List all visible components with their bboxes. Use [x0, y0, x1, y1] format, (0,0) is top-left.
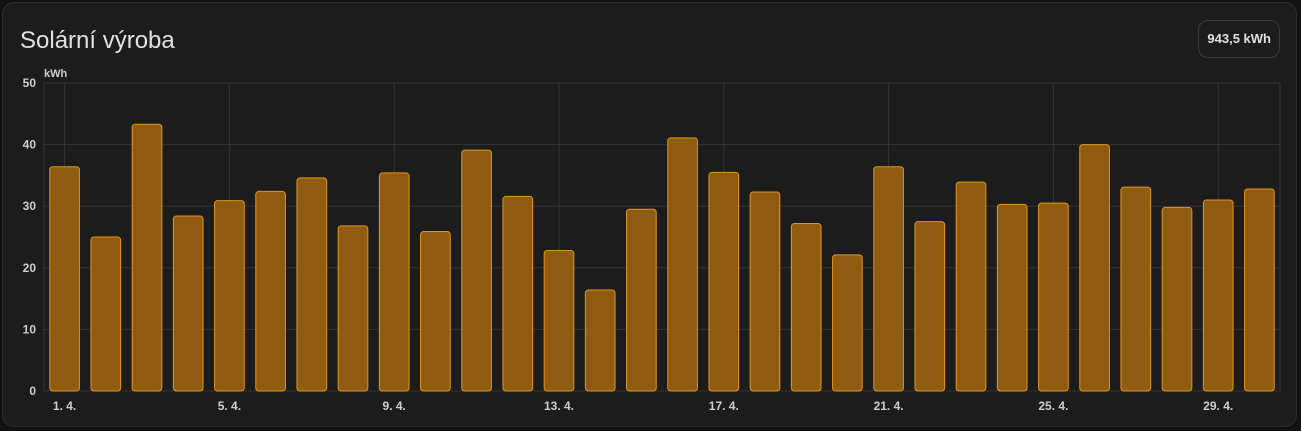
- bar-7-4[interactable]: [296, 177, 328, 392]
- y-tick-label: 50: [23, 76, 37, 90]
- bar-26-4[interactable]: [1079, 144, 1110, 392]
- bar-13-4[interactable]: [543, 250, 575, 392]
- x-tick-label: 17. 4.: [709, 399, 739, 413]
- bar-19-4[interactable]: [790, 222, 822, 392]
- bar-21-4[interactable]: [873, 166, 904, 392]
- bar-27-4[interactable]: [1120, 186, 1152, 392]
- x-tick-label: 5. 4.: [218, 399, 241, 413]
- bar-20-4[interactable]: [832, 254, 863, 392]
- bar-8-4[interactable]: [337, 225, 369, 392]
- bar-22-4[interactable]: [914, 221, 946, 392]
- bar-24-4[interactable]: [996, 203, 1028, 392]
- y-tick-label: 40: [23, 138, 37, 152]
- y-axis-ticks: 0 10 20 30 40 50: [23, 76, 37, 398]
- y-tick-label: 30: [23, 199, 37, 213]
- bar-29-4[interactable]: [1202, 199, 1234, 392]
- x-tick-label: 1. 4.: [53, 399, 76, 413]
- bar-9-4[interactable]: [378, 172, 410, 392]
- y-tick-label: 10: [23, 322, 37, 336]
- y-tick-label: 0: [29, 384, 36, 398]
- y-axis-label: kWh: [44, 68, 68, 80]
- bar-30-4[interactable]: [1244, 188, 1275, 392]
- bar-11-4[interactable]: [461, 149, 492, 392]
- x-tick-label: 29. 4.: [1203, 399, 1233, 413]
- bar-23-4[interactable]: [955, 181, 987, 392]
- x-tick-label: 13. 4.: [544, 399, 574, 413]
- bar-18-4[interactable]: [749, 191, 781, 392]
- bar-10-4[interactable]: [420, 230, 451, 392]
- y-tick-label: 20: [23, 261, 37, 275]
- bar-5-4[interactable]: [214, 200, 245, 392]
- bar-17-4[interactable]: [708, 171, 740, 392]
- bar-15-4[interactable]: [626, 208, 657, 392]
- bar-4-4[interactable]: [172, 215, 204, 392]
- bars: [49, 123, 1275, 392]
- bar-chart: 0 10 20 30 40 50 1. 4. 5. 4. 9. 4. 13. 4. 17. 4. 2…: [23, 68, 1281, 413]
- x-axis-ticks: 1. 4. 5. 4. 9. 4. 13. 4. 17. 4. 21. 4. 25. 4. 2…: [53, 399, 1233, 413]
- bar-25-4[interactable]: [1038, 202, 1069, 392]
- x-tick-label: 9. 4.: [383, 399, 406, 413]
- bar-6-4[interactable]: [255, 190, 286, 392]
- bar-12-4[interactable]: [502, 195, 534, 392]
- bar-28-4[interactable]: [1161, 206, 1193, 392]
- bar-1-4[interactable]: [49, 166, 80, 392]
- bar-16-4[interactable]: [667, 137, 698, 392]
- x-tick-label: 21. 4.: [874, 399, 904, 413]
- x-tick-label: 25. 4.: [1038, 399, 1068, 413]
- bar-3-4[interactable]: [131, 123, 163, 392]
- bar-2-4[interactable]: [90, 236, 122, 392]
- bar-14-4[interactable]: [584, 289, 616, 392]
